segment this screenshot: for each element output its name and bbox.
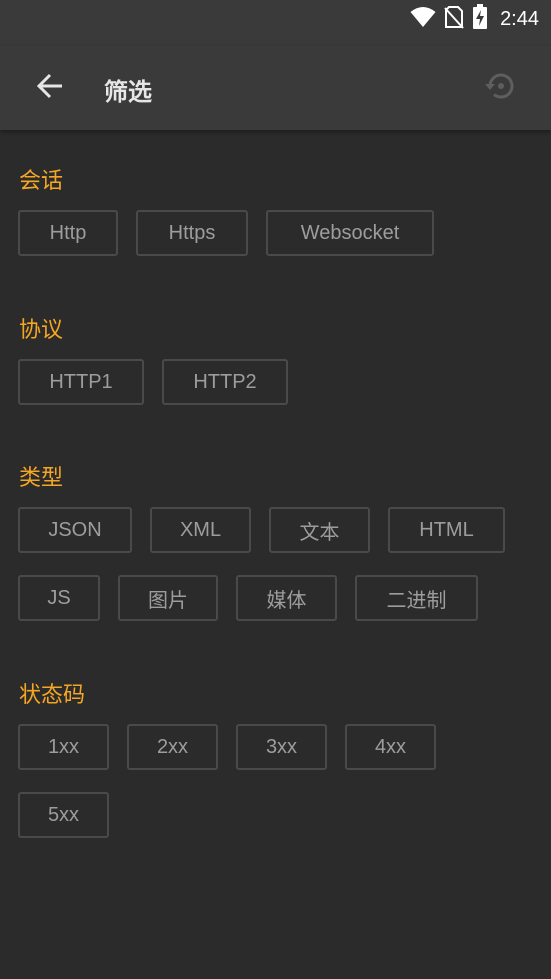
chip-binary[interactable]: 二进制 [355, 575, 478, 621]
chip-http2[interactable]: HTTP2 [162, 359, 288, 405]
reset-button[interactable] [479, 66, 523, 110]
status-bar: 2:44 [0, 0, 551, 46]
chip-html[interactable]: HTML [388, 507, 505, 553]
app-bar: 筛选 [0, 46, 551, 130]
chip-http1[interactable]: HTTP1 [18, 359, 144, 405]
chip-3xx[interactable]: 3xx [236, 724, 327, 770]
chip-media[interactable]: 媒体 [236, 575, 337, 621]
section-title-type: 类型 [19, 466, 64, 491]
section-title-protocol: 协议 [19, 318, 64, 343]
chip-json[interactable]: JSON [18, 507, 132, 553]
chip-2xx[interactable]: 2xx [127, 724, 218, 770]
status-icons: 2:44 [410, 4, 539, 34]
wifi-icon [410, 6, 436, 32]
back-button[interactable] [28, 66, 72, 110]
chip-websocket[interactable]: Websocket [266, 210, 434, 256]
section-title-session: 会话 [19, 169, 64, 194]
chip-js[interactable]: JS [18, 575, 100, 621]
battery-charging-icon [472, 4, 488, 34]
chip-text[interactable]: 文本 [269, 507, 370, 553]
filter-screen: 2:44 筛选 会话 Http Https Websocket 协议 HTTP1… [0, 0, 551, 979]
status-time: 2:44 [500, 7, 539, 30]
chip-5xx[interactable]: 5xx [18, 792, 109, 838]
chip-1xx[interactable]: 1xx [18, 724, 109, 770]
no-sim-icon [444, 5, 464, 33]
chip-4xx[interactable]: 4xx [345, 724, 436, 770]
chip-http[interactable]: Http [18, 210, 118, 256]
section-title-status-code: 状态码 [19, 683, 86, 708]
chip-image[interactable]: 图片 [118, 575, 218, 621]
arrow-back-icon [36, 72, 64, 104]
history-reset-icon [484, 69, 518, 107]
chip-xml[interactable]: XML [150, 507, 251, 553]
page-title: 筛选 [104, 78, 152, 106]
chip-https[interactable]: Https [136, 210, 248, 256]
